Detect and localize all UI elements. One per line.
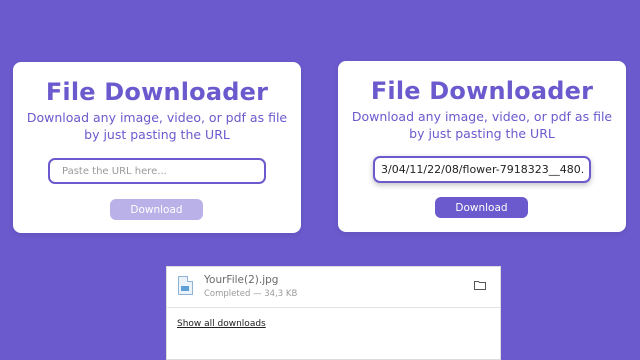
image-file-icon [178, 276, 193, 295]
download-status: Completed — 34,3 KB [204, 289, 298, 299]
divider [167, 307, 500, 308]
downloader-card-empty: File Downloader Download any image, vide… [13, 62, 301, 233]
download-button[interactable]: Download [435, 197, 528, 218]
folder-icon[interactable] [474, 280, 486, 290]
app-title: File Downloader [370, 77, 594, 105]
downloader-card-filled: File Downloader Download any image, vide… [338, 61, 626, 232]
url-input-filled[interactable] [373, 156, 591, 183]
url-input[interactable] [48, 158, 266, 184]
download-file-name[interactable]: YourFile(2).jpg [204, 274, 278, 286]
app-subtitle: Download any image, video, or pdf as fil… [26, 110, 288, 142]
browser-downloads-panel: YourFile(2).jpg Completed — 34,3 KB Show… [166, 266, 501, 360]
app-title: File Downloader [45, 78, 269, 106]
show-all-downloads-link[interactable]: Show all downloads [177, 319, 266, 329]
app-subtitle: Download any image, video, or pdf as fil… [351, 109, 613, 141]
download-button[interactable]: Download [110, 199, 203, 220]
